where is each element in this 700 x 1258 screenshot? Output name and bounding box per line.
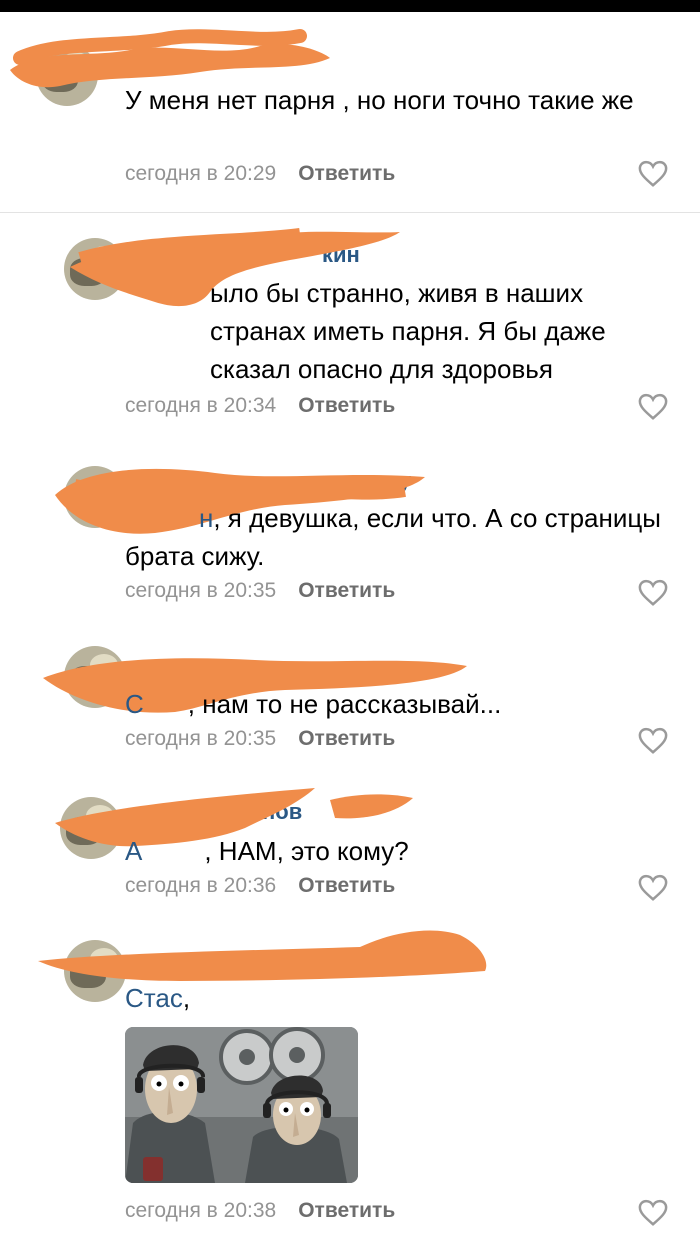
avatar[interactable] [60,797,122,859]
mention-link[interactable]: н [199,503,213,533]
heart-icon[interactable] [638,874,668,902]
comment-meta: сегодня в 20:35 Ответить [125,724,395,754]
avatar[interactable] [64,466,126,528]
comment-time: сегодня в 20:29 [125,162,277,185]
reply-button[interactable]: Ответить [298,727,395,750]
comment-text: У меня нет парня , но ноги точно такие ж… [125,85,634,115]
reply-button[interactable]: Ответить [298,579,395,602]
avatar[interactable] [64,646,126,708]
comment-meta: сегодня в 20:35 Ответить [125,576,395,606]
author-name[interactable]: нов [262,799,302,825]
comment-text: ыло бы странно, живя в наших странах име… [210,278,606,384]
comment-meta: сегодня в 20:34 Ответить [125,391,395,421]
comment-text: Стас, [125,983,191,1013]
mention-link[interactable]: С [125,689,144,719]
avatar[interactable] [64,238,126,300]
reply-button[interactable]: Ответить [298,162,395,185]
heart-icon[interactable] [638,393,668,421]
comment-meta: сегодня в 20:29 Ответить [125,159,395,189]
comment-meta: сегодня в 20:36 Ответить [125,871,395,901]
comment-time: сегодня в 20:35 [125,727,277,750]
divider [0,212,700,213]
heart-icon[interactable] [638,160,668,188]
comment-text: С, нам то не рассказывай... [125,689,502,719]
comment-time: сегодня в 20:35 [125,579,277,602]
comment-text: н, я девушка, если что. А со страницы бр… [125,503,661,571]
heart-icon[interactable] [638,727,668,755]
avatar[interactable] [36,44,98,106]
comment-time: сегодня в 20:34 [125,394,277,417]
reply-button[interactable]: Ответить [298,874,395,897]
mention-link[interactable]: Стас [125,983,183,1013]
cartoon-men-headphones-image [125,1027,358,1183]
status-bar [0,0,700,12]
author-name[interactable]: у [400,468,411,494]
author-name[interactable]: кин [322,242,360,268]
comment-time: сегодня в 20:36 [125,874,277,897]
attached-image[interactable] [125,1027,358,1183]
reply-button[interactable]: Ответить [298,394,395,417]
comment-meta: сегодня в 20:38 Ответить [125,1196,395,1226]
comment-text: А, НАМ, это кому? [125,836,409,866]
avatar[interactable] [64,940,126,1002]
heart-icon[interactable] [638,1199,668,1227]
comment-time: сегодня в 20:38 [125,1199,277,1222]
reply-button[interactable]: Ответить [298,1199,395,1222]
heart-icon[interactable] [638,579,668,607]
mention-link[interactable]: А [125,836,142,866]
